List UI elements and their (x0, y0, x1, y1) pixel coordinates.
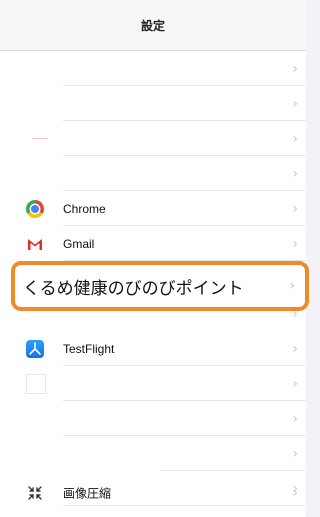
chevron-right-icon: › (292, 95, 298, 112)
navigation-bar: 設定 (0, 0, 306, 51)
settings-row[interactable]: › (0, 51, 306, 86)
settings-row[interactable]: › (0, 121, 306, 156)
settings-row-gmail[interactable]: Gmail › (0, 226, 306, 261)
settings-row-label: Gmail (63, 236, 95, 251)
settings-row[interactable]: › (0, 86, 306, 121)
settings-row-image-compress[interactable]: 画像圧縮 › (0, 475, 306, 511)
settings-row-testflight[interactable]: TestFlight › (0, 331, 306, 366)
chevron-right-icon: › (292, 130, 298, 147)
settings-row[interactable]: › (0, 401, 306, 436)
chevron-right-icon: › (292, 375, 298, 392)
app-icon-placeholder (26, 373, 46, 394)
chevron-right-icon: › (292, 60, 298, 77)
settings-row[interactable]: › (0, 436, 306, 471)
chevron-right-icon: › (292, 410, 298, 427)
gmail-icon (26, 235, 44, 253)
settings-row-label: Chrome (63, 201, 106, 216)
chevron-right-icon: › (292, 445, 298, 462)
kurume-app-label: くるめ健康のびのびポイント (23, 278, 244, 299)
chevron-right-icon: › (292, 200, 298, 217)
settings-row-chrome[interactable]: Chrome › (0, 191, 306, 226)
compress-icon (26, 484, 44, 502)
chevron-right-icon: › (292, 485, 298, 501)
settings-row-label: TestFlight (63, 341, 115, 356)
highlighted-app-row[interactable]: くるめ健康のびのびポイント › (11, 261, 309, 311)
app-icon-placeholder (32, 138, 48, 139)
chevron-right-icon: › (292, 235, 298, 252)
settings-row-label: 画像圧縮 (63, 486, 112, 501)
chevron-right-icon: › (289, 278, 295, 294)
settings-row[interactable]: › (0, 366, 306, 401)
chevron-right-icon: › (292, 340, 298, 357)
chevron-right-icon: › (292, 165, 298, 182)
settings-row[interactable]: › (0, 156, 306, 191)
chrome-icon (26, 199, 44, 218)
page-title: 設定 (140, 18, 165, 33)
testflight-icon (26, 339, 44, 358)
